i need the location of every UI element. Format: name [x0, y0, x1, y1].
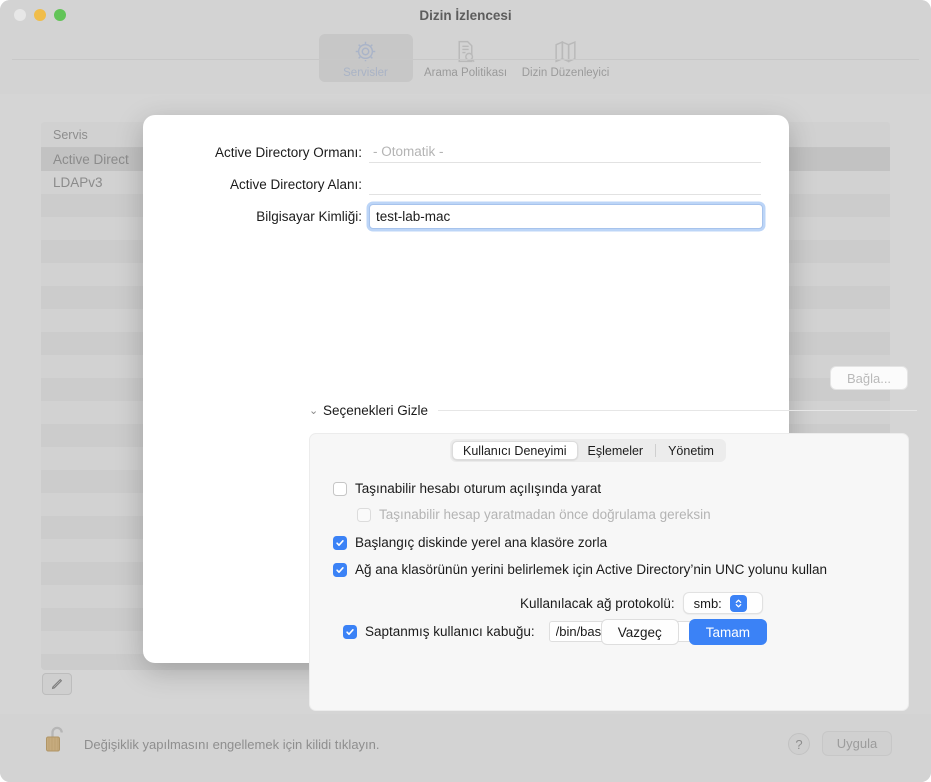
network-protocol-row: Kullanılacak ağ protokolü: smb: — [520, 592, 763, 614]
toolbar-item-search-policy-label: Arama Politikası — [423, 67, 508, 79]
checkbox-unc-path[interactable] — [333, 562, 347, 577]
service-row-label: LDAPv3 — [53, 175, 103, 190]
service-list-header-label: Servis — [53, 127, 88, 142]
forest-field-label: Active Directory Ormanı: — [214, 144, 362, 160]
pencil-icon — [51, 678, 63, 690]
toolbar-item-search-policy[interactable]: Arama Politikası — [419, 34, 513, 82]
forest-input[interactable] — [369, 141, 761, 163]
toolbar-item-directory-editor-label: Dizin Düzenleyici — [521, 67, 610, 79]
network-protocol-select[interactable]: smb: — [682, 592, 763, 614]
cancel-button[interactable]: Vazgeç — [600, 619, 679, 645]
network-protocol-label: Kullanılacak ağ protokolü: — [520, 595, 675, 611]
toolbar-separator — [12, 59, 919, 60]
updown-chevron-icon — [729, 594, 747, 612]
computer-id-input[interactable] — [369, 204, 763, 229]
sheet-footer: Vazgeç Tamam — [600, 619, 767, 645]
domain-input[interactable] — [369, 173, 761, 195]
chevron-down-icon: ⌄ — [309, 405, 319, 417]
tab-mappings[interactable]: Eşlemeler — [578, 441, 654, 460]
default-shell-label: Saptanmış kullanıcı kabuğu: — [365, 624, 535, 639]
window-title: Dizin İzlencesi — [419, 8, 512, 23]
tab-administration[interactable]: Yönetim — [658, 441, 724, 460]
checkbox-mobile-account[interactable] — [333, 481, 347, 496]
checkbox-unc-path-label: Ağ ana klasörünün yerini belirlemek için… — [355, 562, 827, 577]
hide-options-label: Seçenekleri Gizle — [323, 403, 429, 418]
title-bar: Dizin İzlencesi — [0, 0, 931, 34]
directory-utility-window: Dizin İzlencesi Servisler Arama Politika… — [0, 0, 931, 782]
toolbar-item-directory-editor[interactable]: Dizin Düzenleyici — [519, 34, 613, 82]
domain-field-row: Active Directory Alanı: — [169, 173, 761, 195]
help-button[interactable]: ? — [788, 733, 810, 755]
checkmark-icon — [336, 566, 344, 573]
checkbox-default-shell[interactable] — [343, 624, 357, 639]
computer-id-field-row: Bilgisayar Kimliği: — [169, 204, 763, 229]
checkbox-force-local-home-label: Başlangıç diskinde yerel ana klasöre zor… — [355, 535, 608, 550]
disclosure-divider — [438, 410, 917, 411]
ok-button[interactable]: Tamam — [688, 619, 767, 645]
checkbox-require-confirmation — [357, 507, 371, 522]
active-directory-sheet: Active Directory Ormanı: Active Director… — [143, 115, 917, 711]
status-bar-message: Değişiklik yapılmasını engellemek için k… — [84, 737, 380, 752]
map-icon — [553, 38, 578, 65]
checkmark-icon — [336, 539, 344, 546]
tab-divider — [655, 444, 657, 457]
forest-field-row: Active Directory Ormanı: — [169, 141, 761, 163]
toolbar: Servisler Arama Politikası Dizin Düzenle… — [0, 34, 931, 94]
gear-icon — [353, 38, 378, 65]
checkbox-row-mobile-account[interactable]: Taşınabilir hesabı oturum açılışında yar… — [333, 481, 601, 496]
toolbar-item-services[interactable]: Servisler — [318, 34, 413, 82]
service-row-label: Active Direct — [53, 152, 129, 167]
checkmark-icon — [346, 628, 354, 635]
checkbox-row-force-local-home[interactable]: Başlangıç diskinde yerel ana klasöre zor… — [333, 535, 607, 550]
toolbar-item-services-label: Servisler — [343, 67, 388, 79]
options-panel: Kullanıcı Deneyimi Eşlemeler Yönetim Taş… — [309, 433, 909, 711]
computer-id-field-label: Bilgisayar Kimliği: — [256, 209, 362, 224]
apply-button[interactable]: Uygula — [822, 731, 892, 756]
checkbox-row-unc-path[interactable]: Ağ ana klasörünün yerini belirlemek için… — [333, 562, 827, 577]
bind-button[interactable]: Bağla... — [830, 366, 908, 390]
checkbox-row-require-confirmation: Taşınabilir hesap yaratmadan önce doğrul… — [357, 507, 711, 522]
checkbox-force-local-home[interactable] — [333, 535, 347, 550]
checkbox-require-confirmation-label: Taşınabilir hesap yaratmadan önce doğrul… — [379, 507, 711, 522]
network-protocol-value: smb: — [693, 595, 722, 611]
options-tab-bar: Kullanıcı Deneyimi Eşlemeler Yönetim — [450, 439, 726, 462]
unlocked-padlock-icon[interactable] — [44, 723, 70, 762]
checkbox-mobile-account-label: Taşınabilir hesabı oturum açılışında yar… — [355, 481, 602, 496]
edit-service-button[interactable] — [42, 673, 72, 695]
document-search-icon — [453, 38, 478, 65]
tab-user-experience[interactable]: Kullanıcı Deneyimi — [452, 441, 578, 460]
domain-field-label: Active Directory Alanı: — [229, 176, 362, 192]
hide-options-disclosure[interactable]: ⌄ Seçenekleri Gizle — [309, 403, 917, 418]
